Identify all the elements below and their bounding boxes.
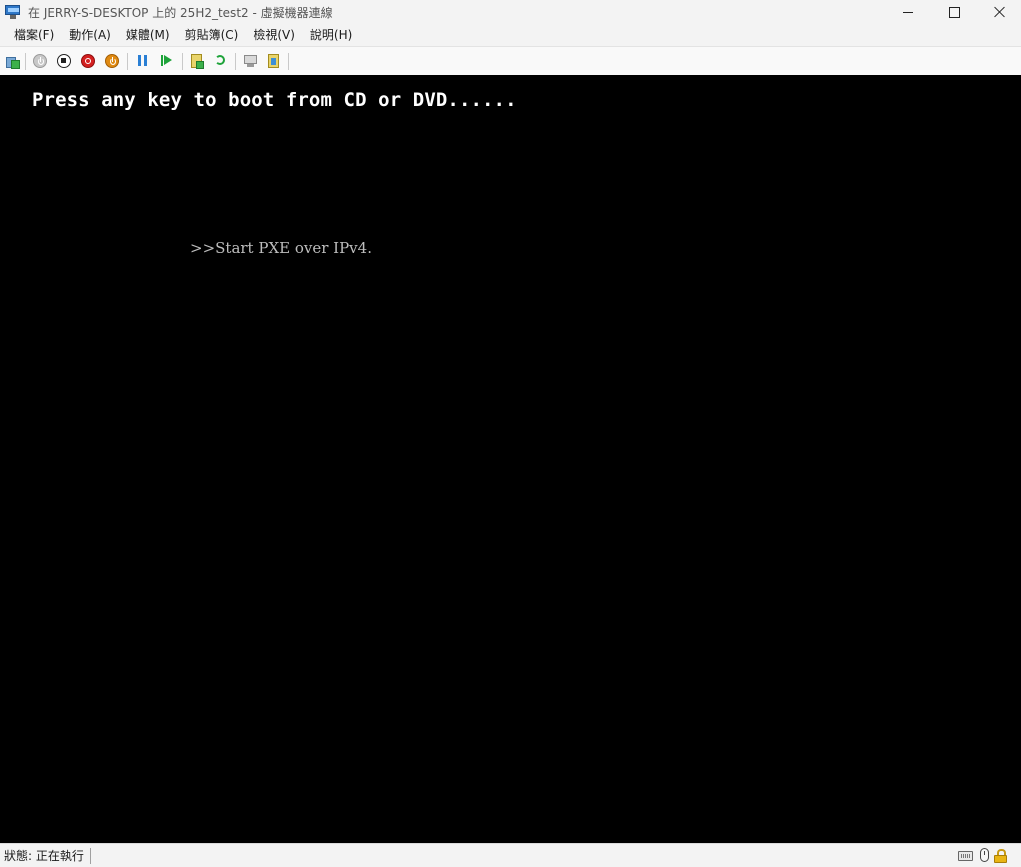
ctrl-alt-del-icon (5, 54, 20, 69)
title-bar: 在 JERRY-S-DESKTOP 上的 25H2_test2 - 虛擬機器連線 (0, 0, 1021, 24)
maximize-button[interactable] (931, 0, 977, 24)
status-text: 狀態: 正在執行 (4, 849, 84, 863)
save-button[interactable] (105, 54, 119, 68)
toolbar-separator (235, 53, 236, 70)
menu-help[interactable]: 說明(H) (303, 24, 359, 46)
minimize-button[interactable] (885, 0, 931, 24)
turn-off-button[interactable] (57, 54, 71, 68)
menu-file[interactable]: 檔案(F) (7, 24, 61, 46)
maximize-icon (948, 6, 960, 18)
mouse-icon (980, 848, 989, 862)
resume-icon (161, 55, 163, 66)
toolbar-separator (288, 53, 289, 70)
toolbar-separator (182, 53, 183, 70)
revert-icon (215, 55, 225, 65)
menu-bar: 檔案(F) 動作(A) 媒體(M) 剪貼簿(C) 檢視(V) 說明(H) (0, 24, 1021, 46)
enhanced-session-icon (244, 55, 257, 64)
checkpoint-button[interactable] (189, 53, 205, 69)
enhanced-session-button[interactable] (243, 53, 259, 69)
menu-clipboard[interactable]: 剪貼簿(C) (178, 24, 246, 46)
share-button[interactable] (266, 53, 282, 69)
revert-button[interactable] (213, 53, 229, 69)
boot-message: Press any key to boot from CD or DVD....… (32, 89, 517, 111)
keyboard-icon (958, 851, 973, 861)
menu-media[interactable]: 媒體(M) (119, 24, 177, 46)
status-separator (89, 847, 91, 864)
toolbar-separator (25, 53, 26, 70)
pause-button[interactable] (136, 53, 152, 69)
close-button[interactable] (977, 0, 1021, 24)
minimize-icon (903, 11, 913, 13)
pxe-message: >>Start PXE over IPv4. (190, 239, 372, 257)
resume-button[interactable] (159, 53, 175, 69)
lock-icon (994, 849, 1007, 863)
close-icon (994, 6, 1006, 18)
start-button[interactable] (33, 54, 47, 68)
vm-monitor-icon (5, 4, 21, 20)
shut-down-icon (85, 58, 91, 64)
shut-down-button[interactable] (81, 54, 95, 68)
toolbar-separator (127, 53, 128, 70)
pause-icon (138, 55, 141, 66)
menu-action[interactable]: 動作(A) (62, 24, 118, 46)
menu-view[interactable]: 檢視(V) (246, 24, 302, 46)
vm-display[interactable]: Press any key to boot from CD or DVD....… (0, 75, 1021, 843)
toolbar (0, 46, 1021, 75)
ctrl-alt-del-button[interactable] (4, 53, 20, 69)
turn-off-stop-icon (61, 58, 66, 63)
status-bar: 狀態: 正在執行 (0, 843, 1021, 867)
window-title: 在 JERRY-S-DESKTOP 上的 25H2_test2 - 虛擬機器連線 (28, 5, 333, 20)
